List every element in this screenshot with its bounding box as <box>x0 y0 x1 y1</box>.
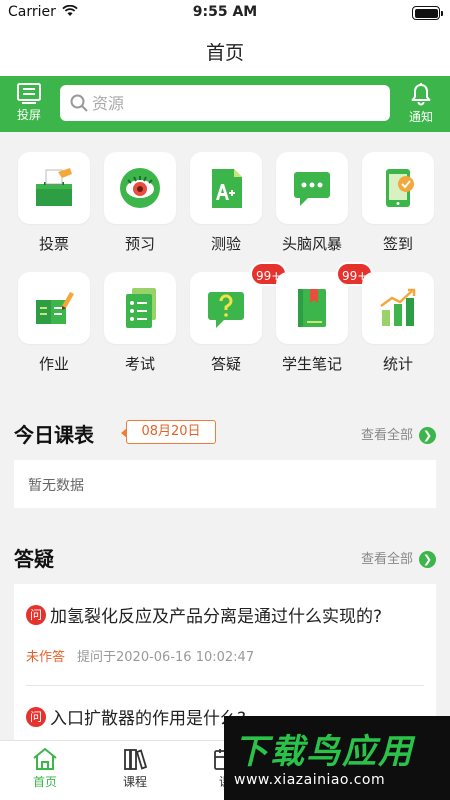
home-icon <box>33 747 57 770</box>
divider <box>26 685 424 686</box>
notification-button[interactable]: 通知 <box>396 82 446 128</box>
feature-tile <box>190 152 262 224</box>
feature-preview[interactable]: 预习 <box>100 132 186 253</box>
tab-courses[interactable]: 课程 <box>105 747 165 797</box>
watermark-url: www.xiazainiao.com <box>234 772 386 788</box>
schedule-title: 今日课表 <box>14 423 94 447</box>
cast-screen-label: 投屏 <box>16 108 41 122</box>
feature-label: 答疑 <box>210 355 241 373</box>
schedule-card: 暂无数据 <box>14 460 436 508</box>
feature-tile <box>190 272 262 344</box>
status-badge: 未作答 <box>26 650 66 665</box>
notebook-icon <box>298 289 326 327</box>
qa-view-all-link[interactable]: 查看全部 ❯ <box>361 548 436 568</box>
watermark-overlay: 下载鸟应用 www.xiazainiao.com <box>224 716 450 800</box>
tab-home[interactable]: 首页 <box>15 747 75 797</box>
tab-label: 首页 <box>32 775 57 789</box>
feature-label: 考试 <box>124 355 155 373</box>
grade-a-plus-icon <box>212 169 242 208</box>
exam-list-icon <box>126 288 156 328</box>
search-input[interactable] <box>92 85 382 121</box>
feature-brainstorm[interactable]: 头脑风暴 <box>272 132 358 253</box>
bar-stats-icon <box>380 288 416 326</box>
view-all-label: 查看全部 <box>360 428 413 443</box>
feature-label: 测验 <box>210 235 241 253</box>
feature-label: 头脑风暴 <box>281 235 342 253</box>
chat-bubble-icon <box>294 172 330 206</box>
empty-state-text: 暂无数据 <box>28 478 84 494</box>
nav-bar: 首页 <box>0 26 450 76</box>
feature-label: 作业 <box>38 355 69 373</box>
status-time: 9:55 AM <box>192 4 258 20</box>
search-icon <box>70 94 88 112</box>
chevron-right-icon: ❯ <box>419 551 436 568</box>
chevron-right-icon: ❯ <box>419 427 436 444</box>
battery-icon <box>412 6 443 20</box>
feature-tile <box>18 272 90 344</box>
feature-tile <box>362 152 434 224</box>
feature-homework[interactable]: 作业 <box>14 252 100 373</box>
tab-label: 课程 <box>122 775 147 789</box>
bell-icon <box>411 83 431 106</box>
feature-label: 投票 <box>38 235 69 253</box>
question-text: 加氢裂化反应及产品分离是通过什么实现的? <box>50 607 383 627</box>
watermark-logo: 下载鸟应用 <box>234 732 414 772</box>
status-bar: Carrier 9:55 AM <box>0 0 450 26</box>
question-text: 入口扩散器的作用是什么? <box>50 709 247 729</box>
feature-tile <box>362 272 434 344</box>
search-box[interactable] <box>60 85 390 121</box>
schedule-view-all-link[interactable]: 查看全部 ❯ <box>361 424 436 444</box>
feature-exam[interactable]: 考试 <box>100 252 186 373</box>
feature-label: 签到 <box>382 235 413 253</box>
feature-tile <box>276 152 348 224</box>
page-title: 首页 <box>205 42 244 64</box>
feature-label: 统计 <box>382 355 413 373</box>
question-bubble-icon <box>208 292 244 328</box>
feature-student-notes[interactable]: 99+ 学生笔记 <box>272 252 374 373</box>
feature-tile <box>104 272 176 344</box>
qa-meta: 未作答 提问于2020-06-16 10:02:47 <box>26 646 254 665</box>
schedule-date-tag: 08月20日 <box>121 420 216 444</box>
books-icon <box>124 749 148 770</box>
feature-label: 学生笔记 <box>281 355 342 373</box>
feature-statistics[interactable]: 统计 <box>358 252 444 373</box>
cast-screen-button[interactable]: 投屏 <box>4 82 54 128</box>
notification-label: 通知 <box>408 110 433 124</box>
feature-quiz[interactable]: 测验 <box>186 132 272 253</box>
eye-icon <box>120 168 160 208</box>
ballot-box-icon <box>36 168 72 206</box>
view-all-label: 查看全部 <box>360 552 413 567</box>
qa-section-title: 答疑 <box>14 547 54 571</box>
feature-label: 预习 <box>124 235 155 253</box>
feature-tile <box>18 152 90 224</box>
qa-item[interactable]: 问加氢裂化反应及产品分离是通过什么实现的? <box>26 602 424 627</box>
question-icon: 问 <box>26 706 46 727</box>
feature-tile <box>276 272 348 344</box>
phone-checkin-icon <box>386 169 414 207</box>
feature-tile <box>104 152 176 224</box>
feature-qa[interactable]: 99+ 答疑 <box>186 252 288 373</box>
cast-screen-icon <box>17 83 41 104</box>
feature-checkin[interactable]: 签到 <box>358 132 444 253</box>
top-toolbar: 投屏 通知 <box>0 76 450 132</box>
question-icon: 问 <box>26 604 46 625</box>
feature-vote[interactable]: 投票 <box>14 132 100 253</box>
asked-timestamp: 提问于2020-06-16 10:02:47 <box>77 650 255 665</box>
feature-grid: 投票 预习 测验 头脑风暴 签到 作业 考试 99+ 答疑 99+ 学生笔记 统… <box>0 132 450 390</box>
homework-pen-icon <box>36 292 74 324</box>
